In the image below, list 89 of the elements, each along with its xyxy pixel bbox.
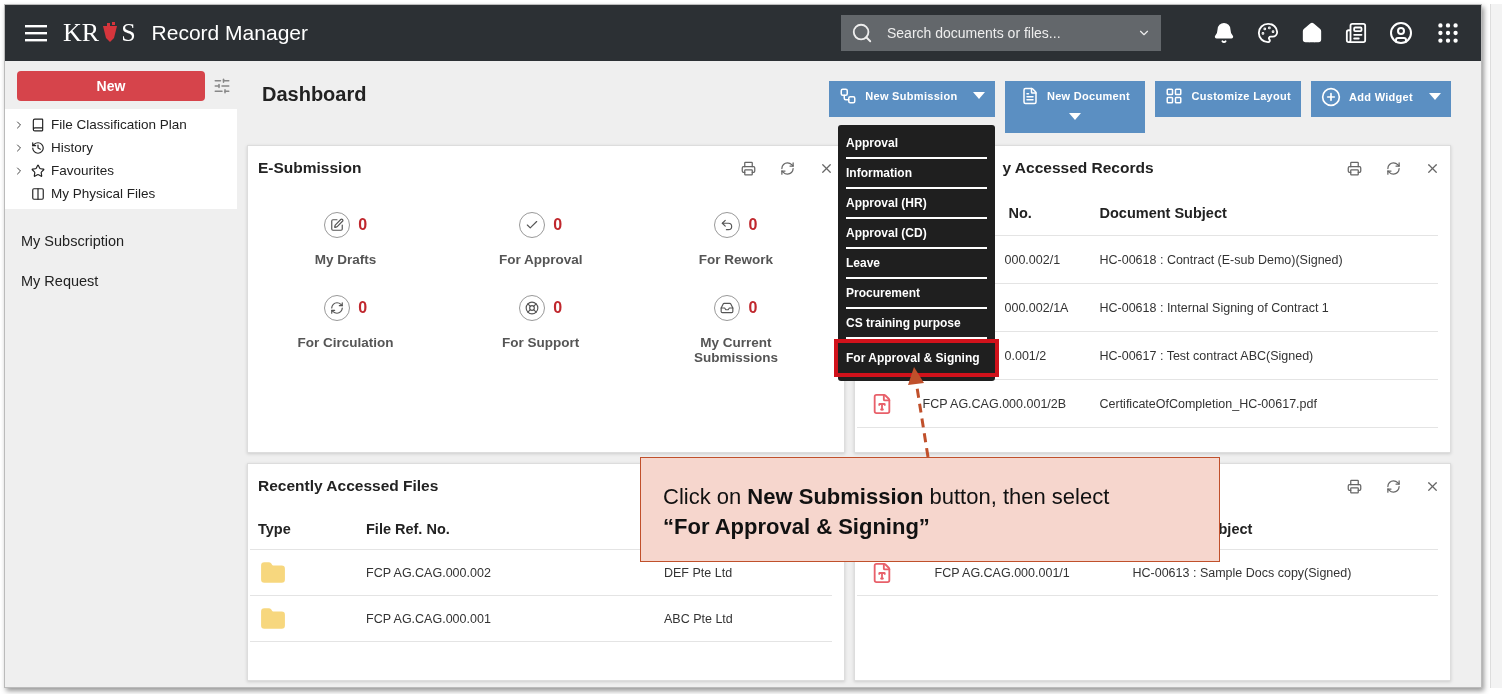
menu-item[interactable]: Approval: [846, 129, 987, 159]
scrollbar[interactable]: [1490, 4, 1502, 688]
edit-icon: [330, 218, 345, 232]
folder-icon: [260, 605, 286, 632]
palette-icon[interactable]: [1257, 22, 1279, 44]
table-cell-text: FCP AG.CAG.000.002: [366, 565, 492, 580]
undo-icon: [720, 218, 735, 232]
widget-title: Recently Accessed Files: [258, 477, 439, 495]
new-button[interactable]: New: [17, 71, 205, 101]
table-cell-text: DEF Pte Ltd: [664, 565, 734, 580]
column-header: bject: [1218, 520, 1254, 537]
plus-circle-icon: [1321, 87, 1341, 107]
count: 0: [553, 216, 563, 234]
sidebar-link[interactable]: My Subscription: [5, 233, 237, 249]
apps-icon[interactable]: [1435, 20, 1461, 46]
menu-item[interactable]: Approval (CD): [846, 219, 987, 249]
table-cell-text: HC-00618 : Internal Signing of Contract 1: [1099, 300, 1330, 315]
caret-icon: [1429, 93, 1441, 101]
callout-text: Click on New Submission button, then select “For Approval & Signing”: [640, 457, 1220, 562]
menu-item[interactable]: For Approval & Signing: [834, 339, 999, 377]
table-cell-text: HC-00617 : Test contract ABC(Signed): [1099, 348, 1315, 363]
folder-icon: [260, 559, 286, 586]
tree-item[interactable]: History: [51, 140, 93, 155]
column-header: No.: [1008, 204, 1033, 221]
tree-item[interactable]: My Physical Files: [51, 186, 156, 201]
table-cell-text: FCP AG.CAG.000.001: [366, 611, 492, 626]
menu-item[interactable]: CS training purpose: [846, 309, 987, 339]
counter-label[interactable]: My Drafts: [290, 252, 401, 267]
table-cell-text: FCP AG.CAG.000.001/2B: [922, 396, 1068, 411]
document-icon: [1020, 87, 1039, 105]
widget-title: E-Submission: [258, 159, 362, 177]
book-icon: [31, 117, 45, 132]
table-cell-text: HC-00618 : Contract (E-sub Demo)(Signed): [1099, 252, 1344, 267]
layout-icon: [1165, 87, 1184, 105]
tree-item[interactable]: Favourites: [51, 163, 115, 178]
column-header: File Ref. No.: [366, 520, 451, 537]
count: 0: [553, 299, 563, 317]
search-field[interactable]: Search documents or files...: [841, 15, 1161, 51]
count: 0: [748, 216, 758, 234]
menu-icon[interactable]: [25, 24, 47, 42]
menu-item[interactable]: Leave: [846, 249, 987, 279]
menu-item[interactable]: Approval (HR): [846, 189, 987, 219]
counter-label[interactable]: For Approval: [485, 252, 596, 267]
print-icon[interactable]: [1347, 478, 1362, 494]
table-cell-text: HC-00613 : Sample Docs copy(Signed): [1132, 565, 1353, 580]
counter-label[interactable]: For Circulation: [290, 335, 401, 350]
lifebuoy-icon: [525, 301, 540, 315]
home-icon[interactable]: [1301, 22, 1323, 44]
search-icon: [851, 22, 873, 44]
refresh-icon[interactable]: [779, 160, 795, 176]
print-icon[interactable]: [1347, 160, 1362, 176]
print-icon[interactable]: [740, 160, 756, 176]
notification-icon[interactable]: [1213, 22, 1235, 44]
tree-item[interactable]: File Classification Plan: [51, 117, 187, 132]
filter-icon[interactable]: [213, 77, 231, 95]
inbox-icon: [720, 301, 735, 315]
logo: KR S: [63, 18, 136, 48]
search-input[interactable]: Search documents or files...: [885, 24, 1125, 42]
caret-icon: [1069, 113, 1082, 121]
table-cell-text: 000.002/1: [1004, 252, 1062, 267]
app-title: Record Manager: [151, 21, 308, 45]
count: 0: [748, 299, 758, 317]
flowchart-icon: [839, 87, 858, 105]
menu-item[interactable]: Procurement: [846, 279, 987, 309]
refresh-icon[interactable]: [1386, 160, 1401, 176]
count: 0: [358, 299, 368, 317]
table-cell-text: 0.001/2: [1004, 348, 1048, 363]
refresh-icon[interactable]: [1386, 478, 1401, 494]
account-icon[interactable]: [1389, 21, 1413, 45]
sidebar-link[interactable]: My Request: [5, 273, 237, 289]
counter-label[interactable]: My Current Submissions: [680, 335, 791, 365]
caret-icon: [973, 92, 986, 100]
history-icon: [31, 140, 45, 155]
table-cell-text: FCP AG.CAG.000.001/1: [934, 565, 1071, 580]
counter-label[interactable]: For Support: [485, 335, 596, 350]
check-icon: [525, 218, 540, 232]
refresh-icon: [330, 301, 345, 315]
star-icon: [31, 163, 45, 178]
table-cell-text: 000.002/1A: [1004, 300, 1070, 315]
count: 0: [358, 216, 368, 234]
table-cell-text: ABC Pte Ltd: [664, 611, 734, 626]
page-title: Dashboard: [262, 82, 367, 106]
widget-title: y Accessed Records: [1002, 159, 1154, 177]
column-header: Document Subject: [1099, 204, 1228, 221]
news-icon[interactable]: [1345, 22, 1367, 44]
menu-item[interactable]: Information: [846, 159, 987, 189]
table-cell-text: CertificateOfCompletion_HC-00617.pdf: [1099, 396, 1318, 411]
column-header: Type: [258, 520, 292, 537]
counter-label[interactable]: For Rework: [680, 252, 791, 267]
